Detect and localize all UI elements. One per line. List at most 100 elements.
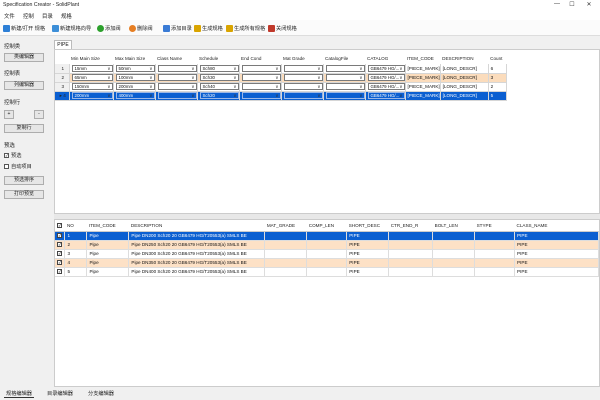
maximize-button[interactable]: ☐ [567,1,577,8]
description-cell[interactable]: [LONG_DESCR] [440,64,489,74]
end-cond-dropdown[interactable] [241,74,280,81]
add-valve-button[interactable]: 添加阀 [97,24,121,33]
preselect-checkbox[interactable]: ✓ 预选 [4,152,21,159]
auto-item-checkbox[interactable]: 自动项目 [4,163,32,170]
column-header: COMP_LEN [306,221,347,232]
description-cell[interactable]: [LONG_DESCR] [440,73,489,83]
rule-row[interactable]: 1 15mm 50mm Sch80 GB6479 HG/... [PIECE_M… [55,64,507,74]
max-size-dropdown[interactable]: 400mm [115,92,154,99]
comp-len-cell [306,258,348,268]
rule-grid-panel: Min Main Size Max Main Size Class Name S… [54,49,600,214]
column-header: CLASS_NAME [514,221,599,232]
copy-row-button[interactable]: 复制行 [4,124,44,133]
row-header[interactable]: 2 [55,73,70,83]
count-cell[interactable]: 5 [488,91,507,101]
tab-spec-editor[interactable]: 规格编辑器 [4,390,34,398]
class-name-dropdown[interactable] [157,64,196,72]
item-code-cell: Pipe [86,258,130,268]
new-open-spec-button[interactable]: 新建/打开 规格 [3,24,45,33]
end-cond-dropdown[interactable] [241,64,280,72]
close-window-button[interactable]: ✕ [584,1,594,8]
mat-grade-dropdown[interactable] [283,64,322,72]
count-cell[interactable]: 3 [488,73,507,83]
rule-row-selected[interactable]: ▸ 4 200mm 400mm Sch20 GB6479 HG/... [PIE… [55,91,507,101]
catalog-file-dropdown[interactable] [325,92,364,99]
item-code-cell[interactable]: [PIECE_MARK] [405,82,441,92]
menu-spec[interactable]: 规格 [61,12,72,20]
table-row-selected[interactable]: ✓ 1 Pipe Pipe DN200 Sch20 20 GB6479 HG/T… [55,231,599,241]
section-control-table: 控制表 [4,71,21,77]
minimize-button[interactable]: — [552,1,562,7]
select-all-checkbox[interactable]: ✓ [57,223,62,229]
min-size-dropdown[interactable]: 15mm [71,64,112,72]
print-preview-button[interactable]: 打印预览 [4,190,44,199]
min-size-dropdown[interactable]: 200mm [71,92,112,99]
new-spec-wizard-button[interactable]: 新建规格向导 [52,24,91,33]
add-row-button[interactable]: + [4,110,14,119]
generate-spec-button[interactable]: 生成规格 [194,24,223,33]
row-checkbox[interactable]: ✓ [57,233,62,238]
menu-control[interactable]: 控制 [23,12,34,20]
close-spec-button[interactable]: 关闭规格 [268,24,297,33]
table-row[interactable]: ✓ 3 Pipe Pipe DN300 Sch20 20 GB6479 HG/T… [55,249,599,259]
catalog-dropdown[interactable]: GB6479 HG/... [367,83,404,90]
schedule-dropdown[interactable]: Sch20 [199,92,238,99]
description-cell[interactable]: [LONG_DESCR] [440,91,489,101]
item-code-cell[interactable]: [PIECE_MARK] [405,64,441,74]
row-checkbox[interactable]: ✓ [57,260,62,265]
class-name-cell: PIPE [514,240,599,250]
remove-row-button[interactable]: - [34,110,44,119]
row-checkbox[interactable]: ✓ [57,251,62,256]
column-header: Min Main Size [71,56,100,61]
table-row[interactable]: ✓ 4 Pipe Pipe DN350 Sch20 20 GB6479 HG/T… [55,258,599,268]
class-name-dropdown[interactable] [157,83,196,90]
max-size-dropdown[interactable]: 200mm [115,83,154,90]
preselect-sort-button[interactable]: 预选排序 [4,176,44,185]
schedule-dropdown[interactable]: Sch80 [199,64,238,72]
row-header[interactable]: 1 [55,64,70,74]
catalog-dropdown[interactable]: GB6479 HG/... [367,74,404,81]
column-editor-button[interactable]: 列编辑器 [4,81,44,90]
tab-pipe[interactable]: PIPE [54,40,72,49]
catalog-dropdown[interactable]: GB6479 HG/... [367,64,404,72]
catalog-file-dropdown[interactable] [325,83,364,90]
description-cell[interactable]: [LONG_DESCR] [440,82,489,92]
add-catalog-button[interactable]: 添加目录 [163,24,192,33]
row-header[interactable]: 3 [55,82,70,92]
mat-grade-dropdown[interactable] [283,74,322,81]
class-name-dropdown[interactable] [157,74,196,81]
rule-row[interactable]: 2 65mm 100mm Sch30 GB6479 HG/... [PIECE_… [55,73,507,83]
max-size-dropdown[interactable]: 50mm [115,64,154,72]
generate-all-specs-button[interactable]: 生成所有规格 [226,24,265,33]
mat-grade-dropdown[interactable] [283,92,322,99]
menu-file[interactable]: 文件 [4,12,15,20]
max-size-dropdown[interactable]: 100mm [115,74,154,81]
tab-catalog-editor[interactable]: 目录编辑器 [45,390,75,397]
class-name-dropdown[interactable] [157,92,196,99]
class-editor-button[interactable]: 类编辑器 [4,53,44,62]
catalog-file-dropdown[interactable] [325,74,364,81]
row-checkbox[interactable]: ✓ [57,269,62,274]
row-checkbox[interactable]: ✓ [57,242,62,247]
stype-cell [474,249,516,259]
item-code-cell[interactable]: [PIECE_MARK] [405,73,441,83]
menu-catalog[interactable]: 目录 [42,12,53,20]
end-cond-dropdown[interactable] [241,83,280,90]
item-code-cell[interactable]: [PIECE_MARK] [405,91,441,101]
end-cond-dropdown[interactable] [241,92,280,99]
mat-grade-dropdown[interactable] [283,83,322,90]
count-cell[interactable]: 2 [488,82,507,92]
delete-valve-button[interactable]: 删除阀 [129,24,153,33]
table-row[interactable]: ✓ 5 Pipe Pipe DN400 Sch20 20 GB6479 HG/T… [55,267,599,277]
count-cell[interactable]: 6 [488,64,507,74]
tab-branch-editor[interactable]: 分支编辑器 [86,390,116,397]
table-row[interactable]: ✓ 2 Pipe Pipe DN250 Sch20 20 GB6479 HG/T… [55,240,599,250]
min-size-dropdown[interactable]: 65mm [71,74,112,81]
catalog-dropdown[interactable]: GB6479 HG/... [367,92,404,99]
schedule-dropdown[interactable]: Sch30 [199,74,238,81]
min-size-dropdown[interactable]: 150mm [71,83,112,90]
row-header[interactable]: ▸ 4 [55,91,70,101]
catalog-file-dropdown[interactable] [325,64,364,72]
schedule-dropdown[interactable]: Sch40 [199,83,238,90]
rule-row[interactable]: 3 150mm 200mm Sch40 GB6479 HG/... [PIECE… [55,82,507,92]
